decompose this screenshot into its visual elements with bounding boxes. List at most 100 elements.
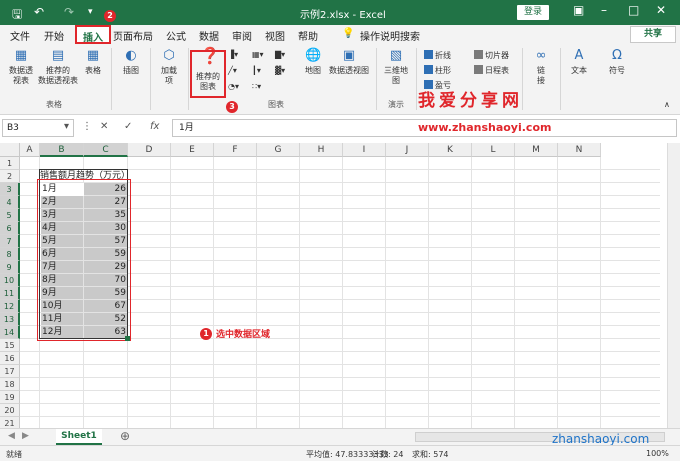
row-header-15[interactable]: 15 xyxy=(0,339,20,352)
column-header-h[interactable]: H xyxy=(300,143,343,157)
row-header-2[interactable]: 2 xyxy=(0,170,20,183)
row-header-1[interactable]: 1 xyxy=(0,157,20,170)
undo-icon[interactable]: ↶ xyxy=(34,5,44,19)
row-header-21[interactable]: 21 xyxy=(0,417,20,428)
column-header-c[interactable]: C xyxy=(84,143,128,157)
column-header-n[interactable]: N xyxy=(558,143,601,157)
zoom-level[interactable]: 100% xyxy=(646,449,669,458)
row-header-19[interactable]: 19 xyxy=(0,391,20,404)
illustrations-button[interactable]: ◐ 插图 xyxy=(117,48,145,76)
row-header-10[interactable]: 10 xyxy=(0,274,20,287)
slicer-icon xyxy=(474,50,483,59)
column-header-d[interactable]: D xyxy=(128,143,171,157)
row-header-20[interactable]: 20 xyxy=(0,404,20,417)
login-button[interactable]: 登录 xyxy=(517,5,549,20)
scroll-right-icon[interactable]: ▶ xyxy=(22,431,29,441)
title-bar: 🖫 ↶ ↷ ▾ 示例2.xlsx - Excel 登录 ▣ – □ ✕ xyxy=(0,0,680,25)
3d-map-button[interactable]: ▧ 三维地 图 xyxy=(380,48,412,86)
column-chart-icon[interactable]: ▐▾ xyxy=(228,50,238,59)
row-header-17[interactable]: 17 xyxy=(0,365,20,378)
line-chart-icon[interactable]: ╱▾ xyxy=(228,66,237,75)
row-header-5[interactable]: 5 xyxy=(0,209,20,222)
select-all-corner[interactable] xyxy=(0,143,20,157)
pie-chart-icon[interactable]: ◔▾ xyxy=(228,82,239,91)
cancel-icon[interactable]: ✕ xyxy=(100,121,108,132)
sparkline-column-button[interactable]: 柱形 xyxy=(424,65,451,76)
tab-page-layout[interactable]: 页面布局 xyxy=(113,28,153,43)
column-header-f[interactable]: F xyxy=(214,143,257,157)
share-button[interactable]: 共享 xyxy=(630,26,676,43)
column-header-l[interactable]: L xyxy=(472,143,515,157)
text-button[interactable]: A 文本 xyxy=(566,48,592,76)
sparkline-line-button[interactable]: 折线 xyxy=(424,50,451,61)
row-header-4[interactable]: 4 xyxy=(0,196,20,209)
add-sheet-icon[interactable]: ⊕ xyxy=(120,429,130,443)
customize-qat-icon[interactable]: ▾ xyxy=(88,7,93,17)
step-2-marker: 2 xyxy=(104,10,116,22)
column-header-a[interactable]: A xyxy=(20,143,40,157)
tab-data[interactable]: 数据 xyxy=(199,28,219,43)
column-header-m[interactable]: M xyxy=(515,143,558,157)
row-header-18[interactable]: 18 xyxy=(0,378,20,391)
column-header-j[interactable]: J xyxy=(386,143,429,157)
column-header-g[interactable]: G xyxy=(257,143,300,157)
column-header-b[interactable]: B xyxy=(40,143,84,157)
row-header-6[interactable]: 6 xyxy=(0,222,20,235)
insert-function-icon[interactable]: fx xyxy=(150,121,159,132)
redo-icon[interactable]: ↷ xyxy=(64,5,74,19)
tab-file[interactable]: 文件 xyxy=(10,28,30,43)
collapse-ribbon-icon[interactable]: ∧ xyxy=(664,100,670,109)
scroll-left-icon[interactable]: ◀ xyxy=(8,431,15,441)
column-header-k[interactable]: K xyxy=(429,143,472,157)
vertical-scrollbar[interactable] xyxy=(667,143,680,428)
tell-me-search[interactable]: 操作说明搜索 xyxy=(360,28,420,43)
tab-view[interactable]: 视图 xyxy=(265,28,285,43)
fill-handle[interactable] xyxy=(125,336,130,341)
tab-formulas[interactable]: 公式 xyxy=(166,28,186,43)
tab-insert[interactable]: 插入 xyxy=(75,25,111,44)
addins-button[interactable]: ⬡ 加载 项 xyxy=(154,48,184,86)
recommended-pivot-button[interactable]: ▤ 推荐的 数据透视表 xyxy=(36,48,80,86)
worksheet-grid[interactable]: A B C D E F G H I J K L M N 1 2 3 4 5 6 7 8 9 10 11 12 13 14 15 16 17 1… xyxy=(0,143,680,428)
row-header-13[interactable]: 13 xyxy=(0,313,20,326)
text-label: 文本 xyxy=(571,66,587,75)
row-header-12[interactable]: 12 xyxy=(0,300,20,313)
slicer-button[interactable]: 切片器 xyxy=(474,50,509,61)
pivot-chart-button[interactable]: ▣ 数据透视图 xyxy=(326,48,372,76)
step-1-text: 选中数据区域 xyxy=(216,330,271,340)
row-header-3[interactable]: 3 xyxy=(0,183,20,196)
statistic-chart-icon[interactable]: ┃▾ xyxy=(252,66,261,75)
pivot-table-button[interactable]: ▦ 数据透 视表 xyxy=(6,48,36,86)
map-chart-button[interactable]: 🌐 地图 xyxy=(300,48,326,76)
column-header-e[interactable]: E xyxy=(171,143,214,157)
row-header-8[interactable]: 8 xyxy=(0,248,20,261)
tab-help[interactable]: 帮助 xyxy=(298,28,318,43)
scatter-chart-icon[interactable]: ∷▾ xyxy=(252,82,261,91)
row-header-14[interactable]: 14 xyxy=(0,326,20,339)
combo-chart-icon[interactable]: ▓▾ xyxy=(275,66,285,75)
status-sum: 求和: 574 xyxy=(412,450,449,459)
ribbon-display-icon[interactable]: ▣ xyxy=(573,3,584,17)
table-button[interactable]: ▦ 表格 xyxy=(81,48,105,76)
link-button[interactable]: ∞ 链 接 xyxy=(528,48,554,86)
row-header-16[interactable]: 16 xyxy=(0,352,20,365)
column-header-i[interactable]: I xyxy=(343,143,386,157)
row-header-11[interactable]: 11 xyxy=(0,287,20,300)
enter-icon[interactable]: ✓ xyxy=(124,121,132,132)
waterfall-chart-icon[interactable]: ▇▾ xyxy=(275,50,285,59)
group-demo-label: 演示 xyxy=(388,100,404,109)
row-header-9[interactable]: 9 xyxy=(0,261,20,274)
symbol-button[interactable]: Ω 符号 xyxy=(604,48,630,76)
timeline-button[interactable]: 日程表 xyxy=(474,65,509,76)
minimize-icon[interactable]: – xyxy=(601,3,607,17)
name-box-dropdown-icon[interactable]: ▾ xyxy=(64,121,69,132)
close-icon[interactable]: ✕ xyxy=(656,3,666,17)
tab-review[interactable]: 审阅 xyxy=(232,28,252,43)
maximize-icon[interactable]: □ xyxy=(628,3,639,17)
save-icon[interactable]: 🖫 xyxy=(12,5,22,26)
hierarchy-chart-icon[interactable]: ▦▾ xyxy=(252,50,264,59)
sheet-tab-sheet1[interactable]: Sheet1 xyxy=(56,429,102,445)
tab-home[interactable]: 开始 xyxy=(44,28,64,43)
grid-column-line xyxy=(514,157,515,428)
row-header-7[interactable]: 7 xyxy=(0,235,20,248)
